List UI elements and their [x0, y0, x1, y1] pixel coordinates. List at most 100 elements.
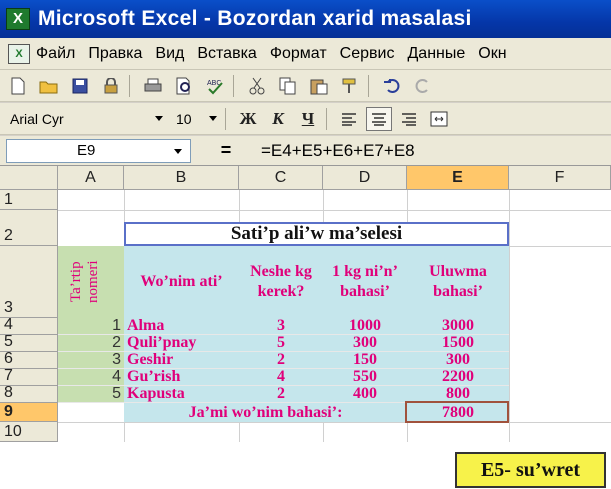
grid-line — [509, 190, 510, 442]
toolbar-separator — [225, 107, 226, 130]
menu-data[interactable]: Данные — [407, 45, 465, 63]
align-center-icon[interactable] — [366, 106, 392, 131]
spelling-icon[interactable]: ABC — [202, 74, 228, 98]
title-bar: X Microsoft Excel - Bozordan xarid masal… — [0, 0, 611, 38]
item-name-cell[interactable]: Alma — [124, 317, 239, 335]
new-icon[interactable] — [5, 74, 31, 98]
column-header-e[interactable]: E — [407, 166, 509, 190]
spreadsheet-grid: A B C D E F 1 2 3 4 5 6 7 8 9 10 Sati’p … — [0, 166, 611, 489]
row-header-8[interactable]: 8 — [0, 384, 58, 403]
name-box[interactable]: E9 — [6, 138, 191, 163]
font-size-select[interactable]: 10 — [172, 108, 220, 130]
copy-icon[interactable] — [275, 74, 301, 98]
permission-icon[interactable] — [98, 74, 124, 98]
grid-line — [58, 422, 611, 423]
print-icon[interactable] — [140, 74, 166, 98]
name-box-value: E9 — [77, 141, 96, 159]
align-right-icon[interactable] — [396, 107, 422, 131]
toolbar-separator — [233, 74, 234, 97]
total-label-cell[interactable]: Ja’mi wo’nim bahasi’: — [124, 403, 407, 422]
paste-icon[interactable] — [306, 74, 332, 98]
item-name-cell[interactable]: Kapusta — [124, 385, 239, 403]
formula-equals-icon[interactable]: = — [191, 140, 261, 161]
formula-bar: E9 = =E4+E5+E6+E7+E8 — [0, 136, 611, 166]
total-cell[interactable]: 300 — [407, 351, 509, 369]
undo-icon[interactable] — [379, 74, 405, 98]
menu-format[interactable]: Формат — [270, 45, 327, 63]
font-name-value: Arial Cyr — [10, 110, 64, 127]
column-header-a[interactable]: A — [58, 166, 124, 190]
kg-cell[interactable]: 2 — [239, 351, 323, 369]
sheet-title-cell[interactable]: Sati’p ali’w ma’selesi — [124, 222, 509, 246]
kg-cell[interactable]: 3 — [239, 317, 323, 335]
price-cell[interactable]: 400 — [323, 385, 407, 403]
toolbar-separator — [368, 74, 369, 97]
chevron-down-icon[interactable] — [209, 115, 217, 121]
format-painter-icon[interactable] — [337, 74, 363, 98]
row-header-3[interactable]: 3 — [0, 246, 58, 318]
row-header-9[interactable]: 9 — [0, 403, 58, 422]
bold-button[interactable]: Ж — [235, 107, 261, 131]
row-header-10[interactable]: 10 — [0, 422, 58, 442]
font-name-select[interactable]: Arial Cyr — [6, 108, 166, 130]
ordinal-cell[interactable]: 1 — [58, 317, 124, 335]
grid-line — [58, 210, 611, 211]
formula-input[interactable]: =E4+E5+E6+E7+E8 — [261, 141, 415, 161]
total-cell[interactable]: 2200 — [407, 368, 509, 386]
header-cell-e3[interactable]: Uluwma bahasi’ — [407, 246, 509, 318]
header-cell-a3[interactable]: Ta’rtip nomeri — [58, 246, 124, 318]
italic-button[interactable]: К — [265, 107, 291, 131]
column-header-f[interactable]: F — [509, 166, 611, 190]
kg-cell[interactable]: 2 — [239, 385, 323, 403]
caption-badge: E5- su’wret — [455, 452, 606, 488]
ordinal-cell[interactable]: 5 — [58, 385, 124, 403]
price-cell[interactable]: 150 — [323, 351, 407, 369]
total-cell[interactable]: 3000 — [407, 317, 509, 335]
kg-cell[interactable]: 4 — [239, 368, 323, 386]
ordinal-header: Ta’rtip nomeri — [68, 260, 101, 304]
chevron-down-icon[interactable] — [174, 148, 182, 154]
price-cell[interactable]: 550 — [323, 368, 407, 386]
header-cell-c3[interactable]: Neshe kg kerek? — [239, 246, 323, 318]
column-header-d[interactable]: D — [323, 166, 407, 190]
item-name-cell[interactable]: Geshir — [124, 351, 239, 369]
item-name-cell[interactable]: Gu’rish — [124, 368, 239, 386]
menu-insert[interactable]: Вставка — [197, 45, 256, 63]
menu-view[interactable]: Вид — [155, 45, 184, 63]
select-all-corner[interactable] — [0, 166, 58, 190]
header-cell-d3[interactable]: 1 kg ni’n’ bahasi’ — [323, 246, 407, 318]
total-cell[interactable]: 1500 — [407, 334, 509, 352]
ordinal-cell[interactable]: 3 — [58, 351, 124, 369]
save-icon[interactable] — [67, 74, 93, 98]
font-size-value: 10 — [176, 110, 192, 127]
redo-icon[interactable] — [410, 74, 436, 98]
underline-button[interactable]: Ч — [295, 107, 321, 131]
print-preview-icon[interactable] — [171, 74, 197, 98]
workbook-icon[interactable]: X — [8, 43, 30, 64]
price-cell[interactable]: 1000 — [323, 317, 407, 335]
menu-bar: X Файл Правка Вид Вставка Формат Сервис … — [0, 38, 611, 70]
column-header-c[interactable]: C — [239, 166, 323, 190]
menu-edit[interactable]: Правка — [88, 45, 142, 63]
selected-cell-outline — [405, 401, 509, 423]
excel-icon: X — [6, 8, 30, 30]
cut-icon[interactable] — [244, 74, 270, 98]
menu-window[interactable]: Окн — [478, 45, 506, 63]
item-name-cell[interactable]: Quli’pnay — [124, 334, 239, 352]
ordinal-cell[interactable]: 4 — [58, 368, 124, 386]
toolbar-separator — [326, 107, 327, 130]
menu-tools[interactable]: Сервис — [340, 45, 395, 63]
chevron-down-icon[interactable] — [155, 115, 163, 121]
align-left-icon[interactable] — [336, 107, 362, 131]
open-icon[interactable] — [36, 74, 62, 98]
kg-cell[interactable]: 5 — [239, 334, 323, 352]
row-header-1[interactable]: 1 — [0, 190, 58, 210]
price-cell[interactable]: 300 — [323, 334, 407, 352]
ordinal-cell[interactable]: 2 — [58, 334, 124, 352]
menu-file[interactable]: Файл — [36, 45, 75, 63]
header-cell-b3[interactable]: Wo’nim ati’ — [124, 246, 239, 318]
column-header-b[interactable]: B — [124, 166, 239, 190]
excel-window: X Microsoft Excel - Bozordan xarid masal… — [0, 0, 611, 489]
row-header-2[interactable]: 2 — [0, 210, 58, 246]
merge-center-icon[interactable] — [426, 107, 452, 131]
